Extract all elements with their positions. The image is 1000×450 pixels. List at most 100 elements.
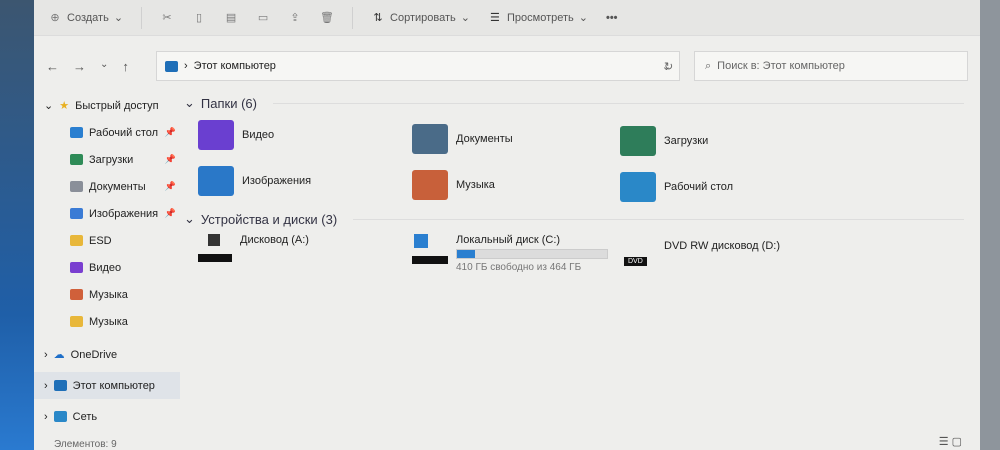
folder-icon (70, 235, 83, 246)
cloud-icon: ☁ (53, 349, 65, 361)
address-path: Этот компьютер (193, 60, 276, 72)
folder-icon (198, 120, 234, 150)
file-explorer-window: ⊕ Создать ⌄ ✂ ▯ ▤ ▭ ⇪ 🗑 ⇅ Сортировать ⌄ ☰ Про… (34, 0, 980, 450)
folder-label: Рабочий стол (664, 181, 734, 193)
folder-label: Музыка (456, 179, 495, 191)
folder-tile[interactable]: Документы (412, 124, 513, 154)
new-label: Создать (67, 11, 109, 24)
sidebar-label: Сеть (72, 410, 98, 423)
cut-icon[interactable]: ✂ (160, 11, 174, 25)
content-pane: ⌄ Папки (6) Видео Документы Загрузки Изображ… (184, 92, 974, 290)
divider (352, 6, 354, 29)
sidebar-item[interactable]: Видео (34, 254, 180, 281)
view-toggle[interactable]: ☰ ▢ (939, 435, 962, 448)
folder-tile[interactable]: Музыка (412, 170, 495, 200)
share-icon[interactable]: ⇪ (288, 11, 302, 25)
desktop-background (0, 0, 34, 450)
pin-icon: 📌 (164, 154, 176, 164)
divider (141, 6, 143, 29)
drive-label: Локальный диск (C:) (456, 234, 561, 246)
more-button[interactable]: ••• (606, 12, 618, 24)
view-button[interactable]: ☰ Просмотреть ⌄ (488, 11, 588, 25)
expand-chevron-icon: ⌄ (44, 100, 54, 112)
sidebar-label: ESD (89, 234, 112, 247)
drive-c[interactable]: Локальный диск (C:) 410 ГБ свободно из 46… (412, 234, 608, 273)
navigation-pane: ⌄ ★ Быстрый доступ Рабочий стол 📌 Загрузки 📌 Д… (34, 92, 180, 430)
view-icon: ☰ (490, 11, 500, 24)
folder-icon (70, 316, 83, 327)
folder-icon (70, 181, 83, 192)
sidebar-item[interactable]: Документы 📌 (34, 173, 180, 200)
recent-chevron-icon[interactable]: ⌄ (100, 59, 108, 74)
sidebar-item[interactable]: ESD (34, 227, 180, 254)
sidebar-quick-access[interactable]: ⌄ ★ Быстрый доступ (34, 92, 180, 119)
view-label: Просмотреть (506, 11, 574, 24)
sidebar-label: Загрузки (89, 153, 134, 166)
network-icon (53, 411, 67, 422)
paste-icon[interactable]: ▤ (224, 11, 238, 25)
devices-group-header[interactable]: ⌄ Устройства и диски (3) (184, 208, 974, 230)
pin-icon: 📌 (164, 127, 176, 137)
folder-icon (70, 289, 83, 300)
sort-button[interactable]: ⇅ Сортировать ⌄ (371, 11, 470, 25)
sidebar-item[interactable]: Загрузки 📌 (34, 146, 180, 173)
sort-icon: ⇅ (373, 11, 383, 24)
forward-icon[interactable]: → (73, 59, 86, 74)
star-icon: ★ (59, 100, 70, 112)
pin-icon: 📌 (164, 208, 176, 218)
up-icon[interactable]: ↑ (122, 59, 129, 74)
command-bar: ⊕ Создать ⌄ ✂ ▯ ▤ ▭ ⇪ 🗑 ⇅ Сортировать ⌄ ☰ Про… (34, 0, 980, 36)
address-bar[interactable]: › Этот компьютер ⌄ (156, 51, 680, 81)
sidebar-label: Музыка (89, 315, 128, 328)
sidebar-label: Рабочий стол (89, 126, 159, 139)
computer-icon (165, 60, 178, 72)
chevron-right-icon: › (44, 348, 48, 361)
status-bar-count: Элементов: 9 (54, 439, 117, 450)
copy-icon[interactable]: ▯ (192, 11, 206, 25)
windows-drive-icon (412, 234, 448, 264)
folder-label: Видео (242, 129, 275, 141)
sidebar-item[interactable]: Музыка (34, 308, 180, 335)
sidebar-item-onedrive[interactable]: › ☁ OneDrive (34, 341, 180, 368)
drive-a[interactable]: Дисковод (A:) (198, 234, 309, 262)
sidebar-item[interactable]: Рабочий стол 📌 (34, 119, 180, 146)
folder-tile[interactable]: Изображения (198, 166, 311, 196)
chevron-down-icon: ⌄ (578, 12, 588, 24)
chevron-down-icon: ⌄ (460, 12, 470, 24)
delete-icon[interactable]: 🗑 (320, 11, 334, 25)
folder-icon (620, 126, 656, 156)
folder-icon (70, 208, 83, 219)
folder-tile[interactable]: Рабочий стол (620, 172, 733, 202)
sidebar-label: Документы (89, 180, 146, 193)
refresh-icon[interactable]: ↻ (664, 60, 673, 73)
collapse-chevron-icon: ⌄ (184, 95, 195, 110)
chevron-down-icon: ⌄ (113, 12, 124, 24)
rename-icon[interactable]: ▭ (256, 11, 270, 25)
folder-icon (412, 124, 448, 154)
dvd-drive-icon: DVD (620, 240, 656, 266)
folder-icon (412, 170, 448, 200)
sidebar-item-this-pc[interactable]: › Этот компьютер (34, 372, 180, 399)
sidebar-item[interactable]: Музыка (34, 281, 180, 308)
sidebar-item-network[interactable]: › Сеть (34, 403, 180, 430)
folder-tile[interactable]: Загрузки (620, 126, 708, 156)
folders-group-header[interactable]: ⌄ Папки (6) (184, 92, 974, 114)
back-icon[interactable]: ← (46, 59, 59, 74)
search-input[interactable]: ⌕ Поиск в: Этот компьютер (694, 51, 968, 81)
search-icon: ⌕ (705, 59, 712, 72)
sidebar-item[interactable]: Изображения 📌 (34, 200, 180, 227)
folder-label: Изображения (242, 175, 312, 187)
drive-d[interactable]: DVD DVD RW дисковод (D:) (620, 240, 780, 266)
chevron-right-icon: › (184, 60, 188, 72)
drive-usage-bar (456, 249, 608, 259)
sidebar-label: Музыка (89, 288, 128, 301)
group-title: Папки (6) (200, 95, 257, 111)
pin-icon: 📌 (164, 181, 176, 191)
sort-label: Сортировать (390, 11, 456, 24)
folder-label: Загрузки (664, 135, 709, 147)
folder-tile[interactable]: Видео (198, 120, 274, 150)
computer-icon (53, 380, 67, 391)
new-button[interactable]: ⊕ Создать ⌄ (48, 11, 123, 25)
plus-icon: ⊕ (50, 11, 60, 24)
chevron-right-icon: › (44, 410, 48, 423)
